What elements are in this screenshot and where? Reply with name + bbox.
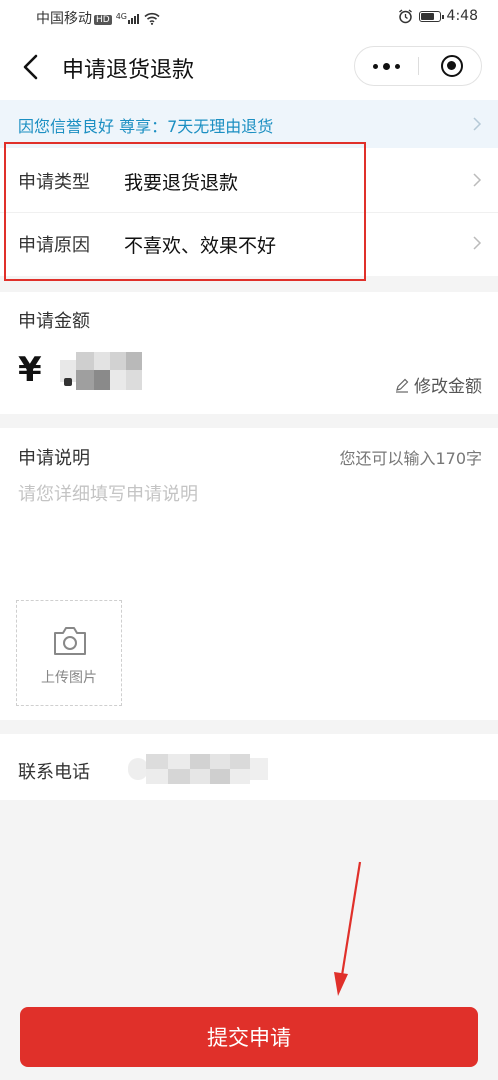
chevron-right-icon bbox=[473, 236, 482, 250]
upload-image-button[interactable]: 上传图片 bbox=[16, 600, 122, 706]
submit-request-button[interactable]: 提交申请 bbox=[20, 1007, 478, 1067]
upload-image-label: 上传图片 bbox=[41, 670, 97, 686]
camera-icon bbox=[54, 627, 86, 655]
request-options-card: 申请类型 我要退货退款 申请原因 不喜欢、效果不好 bbox=[0, 148, 498, 276]
carrier-name: 中国移动 bbox=[36, 11, 92, 27]
pencil-icon bbox=[396, 378, 409, 393]
status-bar: 中国移动 HD 4G 4:48 bbox=[0, 0, 498, 34]
hd-badge: HD bbox=[94, 15, 112, 25]
request-type-value: 我要退货退款 bbox=[124, 172, 239, 194]
carrier-info: 中国移动 HD 4G bbox=[36, 8, 160, 28]
nav-bar: 申请退货退款 bbox=[0, 34, 498, 100]
description-label: 申请说明 bbox=[18, 448, 90, 469]
blurred-amount bbox=[60, 352, 142, 392]
return-policy-banner[interactable]: 因您信誉良好 尊享：7天无理由退货 bbox=[0, 100, 498, 148]
close-target-icon[interactable] bbox=[441, 55, 463, 77]
description-input[interactable] bbox=[18, 480, 480, 580]
back-arrow-icon[interactable] bbox=[18, 52, 44, 82]
wifi-icon bbox=[144, 12, 160, 25]
request-type-row[interactable]: 申请类型 我要退货退款 bbox=[0, 148, 498, 212]
network-type: 4G bbox=[115, 12, 127, 21]
page-title: 申请退货退款 bbox=[62, 58, 195, 83]
status-right: 4:48 bbox=[398, 8, 478, 24]
request-reason-label: 申请原因 bbox=[18, 235, 90, 256]
amount-label: 申请金额 bbox=[18, 311, 90, 332]
chevron-right-icon bbox=[473, 117, 482, 131]
alarm-icon bbox=[398, 8, 412, 23]
char-counter: 您还可以输入170字 bbox=[339, 449, 482, 468]
mini-program-capsule bbox=[354, 46, 482, 86]
edit-amount-label: 修改金额 bbox=[414, 377, 482, 397]
red-arrow-annotation bbox=[334, 861, 362, 996]
request-reason-value: 不喜欢、效果不好 bbox=[124, 235, 277, 257]
capsule-divider bbox=[418, 57, 419, 75]
currency-symbol: ¥ bbox=[18, 350, 42, 390]
blurred-phone-number[interactable] bbox=[128, 752, 268, 786]
more-menu-icon[interactable] bbox=[355, 47, 418, 85]
contact-phone-label: 联系电话 bbox=[18, 762, 90, 783]
chevron-right-icon bbox=[473, 173, 482, 187]
battery-icon bbox=[418, 10, 444, 22]
request-type-label: 申请类型 bbox=[18, 172, 90, 193]
signal-icon bbox=[128, 12, 140, 28]
edit-amount-button[interactable]: 修改金额 bbox=[394, 372, 482, 397]
return-policy-text: 因您信誉良好 尊享：7天无理由退货 bbox=[18, 117, 274, 136]
clock-time: 4:48 bbox=[446, 8, 478, 24]
request-reason-row[interactable]: 申请原因 不喜欢、效果不好 bbox=[0, 213, 498, 276]
